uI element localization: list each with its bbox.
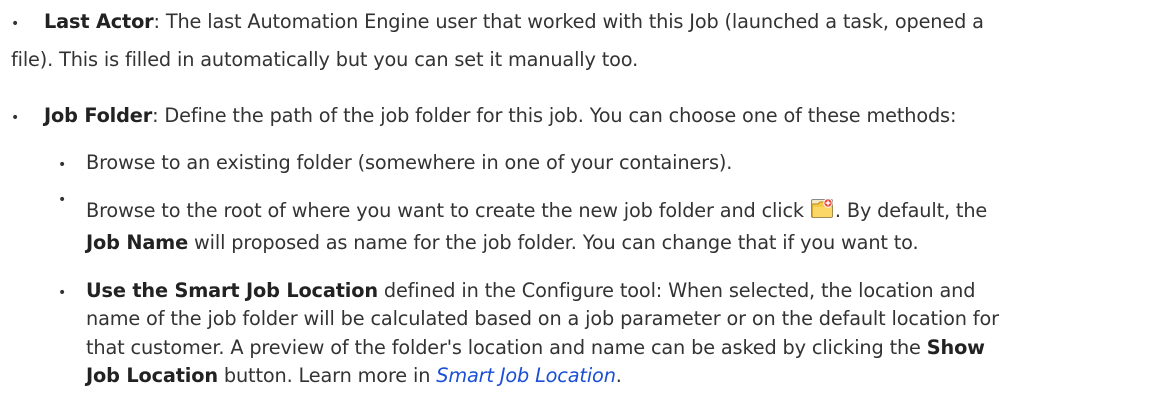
bullet: •: [58, 285, 67, 301]
bullet: •: [11, 16, 20, 32]
sub-item-smart-location-cont: name of the job folder will be calculate…: [86, 304, 999, 334]
bullet: •: [58, 157, 67, 173]
term-last-actor: Last Actor: [44, 10, 154, 33]
term-job-location: Job Location: [86, 364, 218, 387]
description-text: : Define the path of the job folder for …: [152, 104, 957, 127]
term-show: Show: [926, 336, 985, 359]
description-text: . By default, the: [834, 199, 988, 222]
description-text: .: [615, 364, 622, 387]
new-folder-icon[interactable]: [810, 198, 834, 219]
description-text: Browse to an existing folder (somewhere …: [86, 151, 733, 174]
description-text: defined in the Configure tool: When sele…: [377, 279, 976, 302]
sub-item-browse-root: Browse to the root of where you want to …: [86, 196, 987, 226]
description-text: : The last Automation Engine user that w…: [153, 10, 984, 33]
bullet: •: [11, 110, 20, 126]
description-text: name of the job folder will be calculate…: [86, 307, 999, 330]
sub-item-smart-location: Use the Smart Job Location defined in th…: [86, 276, 975, 306]
list-item-last-actor: Last Actor: The last Automation Engine u…: [44, 7, 984, 37]
list-item-last-actor-cont: file). This is filled in automatically b…: [11, 45, 638, 75]
description-text: Browse to the root of where you want to …: [86, 199, 810, 222]
description-text: file). This is filled in automatically b…: [11, 48, 639, 71]
sub-item-smart-location-cont: that customer. A preview of the folder's…: [86, 333, 985, 363]
term-job-name: Job Name: [86, 231, 189, 254]
sub-item-browse-existing: Browse to an existing folder (somewhere …: [86, 148, 732, 178]
term-smart-job-location: Use the Smart Job Location: [86, 279, 378, 302]
sub-item-browse-root-cont: Job Name will proposed as name for the j…: [86, 228, 919, 258]
description-text: will proposed as name for the job folder…: [188, 231, 919, 254]
description-text: button. Learn more in: [217, 364, 437, 387]
bullet: •: [58, 192, 67, 208]
sub-item-smart-location-cont: Job Location button. Learn more in Smart…: [86, 361, 622, 391]
smart-job-location-link[interactable]: Smart Job Location: [436, 364, 616, 387]
term-job-folder: Job Folder: [44, 104, 153, 127]
description-text: that customer. A preview of the folder's…: [86, 336, 927, 359]
list-item-job-folder: Job Folder: Define the path of the job f…: [44, 101, 956, 131]
